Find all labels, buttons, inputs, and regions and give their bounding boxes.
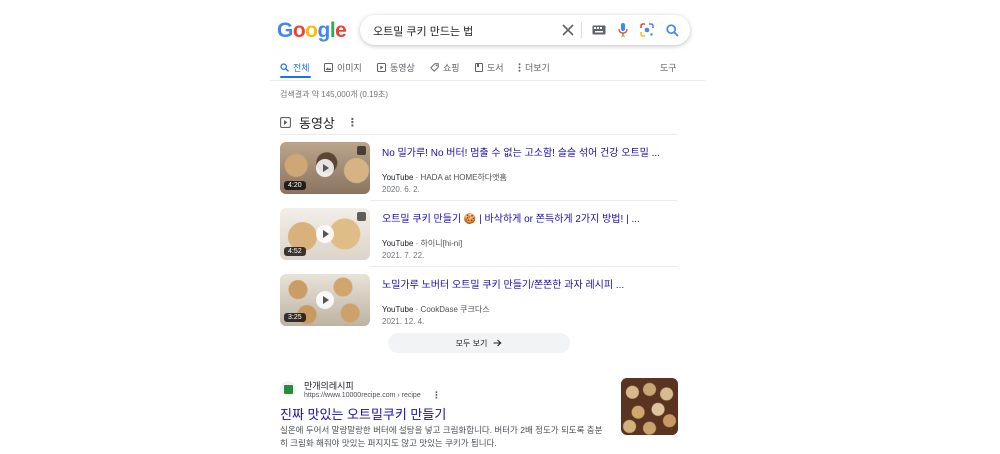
video-thumbnail[interactable]: 4:52 — [280, 208, 370, 260]
video-thumbnail[interactable]: 3:25 — [280, 274, 370, 326]
video-title[interactable]: 오트밀 쿠키 만들기 🍪 | 바삭하게 or 쫀득하게 2가지 방법! | ..… — [382, 210, 678, 225]
video-platform: YouTube — [382, 173, 414, 182]
search-tabs: 전체 이미지 동영상 쇼핑 도서 더보기 도구 — [280, 55, 680, 81]
result-title[interactable]: 진짜 맛있는 오트밀쿠키 만들기 — [280, 404, 446, 423]
video-date: 2021. 7. 22. — [382, 251, 425, 260]
video-duration: 3:25 — [284, 313, 306, 322]
more-vert-icon — [518, 63, 521, 72]
result-thumbnail[interactable] — [621, 378, 678, 435]
tab-label: 쇼핑 — [443, 63, 460, 73]
logo-letter: o — [305, 19, 318, 42]
tab-label: 이미지 — [337, 63, 362, 73]
video-item[interactable]: 4:52 오트밀 쿠키 만들기 🍪 | 바삭하게 or 쫀득하게 2가지 방법!… — [280, 208, 678, 262]
divider — [370, 200, 677, 201]
videos-header: 동영상 ⋮ — [280, 113, 358, 132]
video-thumbnail[interactable]: 4:20 — [280, 142, 370, 194]
tab-label: 동영상 — [390, 63, 415, 73]
tab-label: 더보기 — [525, 63, 550, 73]
tab-shopping[interactable]: 쇼핑 — [430, 61, 460, 74]
video-source: YouTube · 하이니[hi-ni] — [382, 239, 463, 248]
search-icon — [280, 63, 289, 72]
play-icon — [377, 63, 386, 72]
tab-images[interactable]: 이미지 — [324, 61, 362, 74]
video-channel: 하이니[hi-ni] — [420, 239, 463, 248]
video-title[interactable]: No 밀가루! No 버터! 멈출 수 없는 고소함! 슬슬 섞어 건강 오트밀… — [382, 144, 678, 159]
logo-letter: o — [292, 19, 306, 42]
see-all-label: 모두 보기 — [455, 338, 488, 348]
logo-letter: g — [317, 19, 331, 42]
see-all-videos-button[interactable]: 모두 보기 — [388, 333, 570, 353]
expand-icon — [357, 212, 366, 221]
play-icon — [316, 159, 334, 177]
divider — [370, 266, 677, 267]
tab-videos[interactable]: 동영상 — [377, 61, 415, 74]
close-icon[interactable] — [559, 21, 577, 39]
video-duration: 4:20 — [284, 181, 306, 190]
keyboard-icon[interactable] — [590, 21, 608, 39]
logo-letter: G — [277, 19, 293, 42]
tools-button[interactable]: 도구 — [660, 61, 677, 74]
tabs-divider — [270, 80, 705, 81]
result-site-name[interactable]: 만개의레시피 — [304, 379, 354, 392]
tab-label: 전체 — [293, 63, 310, 73]
mic-icon[interactable] — [614, 21, 632, 39]
divider — [280, 134, 678, 135]
result-snippet: 실온에 두어서 말랑말랑한 버터에 설탕을 넣고 크림화합니다. 버터가 2배 … — [280, 425, 603, 448]
video-title[interactable]: 노밀가루 노버터 오트밀 쿠키 만들기/쫀쫀한 과자 레시피 ... — [382, 276, 678, 291]
search-divider — [581, 22, 582, 38]
video-duration: 4:52 — [284, 247, 306, 256]
google-logo[interactable]: Google — [277, 19, 347, 43]
more-vert-icon[interactable]: ⋮ — [432, 390, 441, 401]
video-item[interactable]: 3:25 노밀가루 노버터 오트밀 쿠키 만들기/쫀쫀한 과자 레시피 ... … — [280, 274, 678, 328]
video-date: 2021. 12. 4. — [382, 317, 425, 326]
expand-icon — [357, 146, 366, 155]
search-icon[interactable] — [663, 21, 681, 39]
video-date: 2020. 6. 2. — [382, 185, 420, 194]
search-box[interactable]: 오트밀 쿠키 만드는 법 — [360, 15, 690, 45]
play-icon — [316, 291, 334, 309]
video-platform: YouTube — [382, 239, 414, 248]
tab-all[interactable]: 전체 — [280, 61, 310, 74]
video-channel: HADA at HOME하다앳홈 — [420, 173, 507, 182]
tools-label: 도구 — [660, 63, 677, 73]
video-platform: YouTube — [382, 305, 414, 314]
more-vert-icon[interactable]: ⋮ — [347, 116, 358, 129]
play-icon — [280, 117, 291, 128]
video-source: YouTube · HADA at HOME하다앳홈 — [382, 173, 507, 182]
tab-books[interactable]: 도서 — [475, 61, 504, 74]
active-tab-indicator — [280, 76, 311, 78]
lens-icon[interactable] — [638, 21, 656, 39]
logo-letter: e — [335, 19, 347, 42]
play-icon — [316, 225, 334, 243]
tab-more[interactable]: 더보기 — [518, 61, 550, 74]
video-channel: CookDase 쿠크다스 — [420, 305, 490, 314]
search-input[interactable]: 오트밀 쿠키 만드는 법 — [373, 23, 473, 39]
arrow-right-icon — [493, 339, 502, 347]
tag-icon — [430, 63, 439, 72]
videos-heading: 동영상 — [299, 116, 335, 131]
image-icon — [324, 63, 333, 72]
result-stats: 검색결과 약 145,000개 (0.19초) — [280, 90, 389, 99]
tab-label: 도서 — [487, 63, 504, 73]
video-source: YouTube · CookDase 쿠크다스 — [382, 305, 490, 314]
video-item[interactable]: 4:20 No 밀가루! No 버터! 멈출 수 없는 고소함! 슬슬 섞어 건… — [280, 142, 678, 196]
book-icon — [475, 63, 483, 72]
result-url[interactable]: https://www.10000recipe.com › recipe — [304, 392, 421, 399]
site-favicon — [280, 381, 296, 397]
